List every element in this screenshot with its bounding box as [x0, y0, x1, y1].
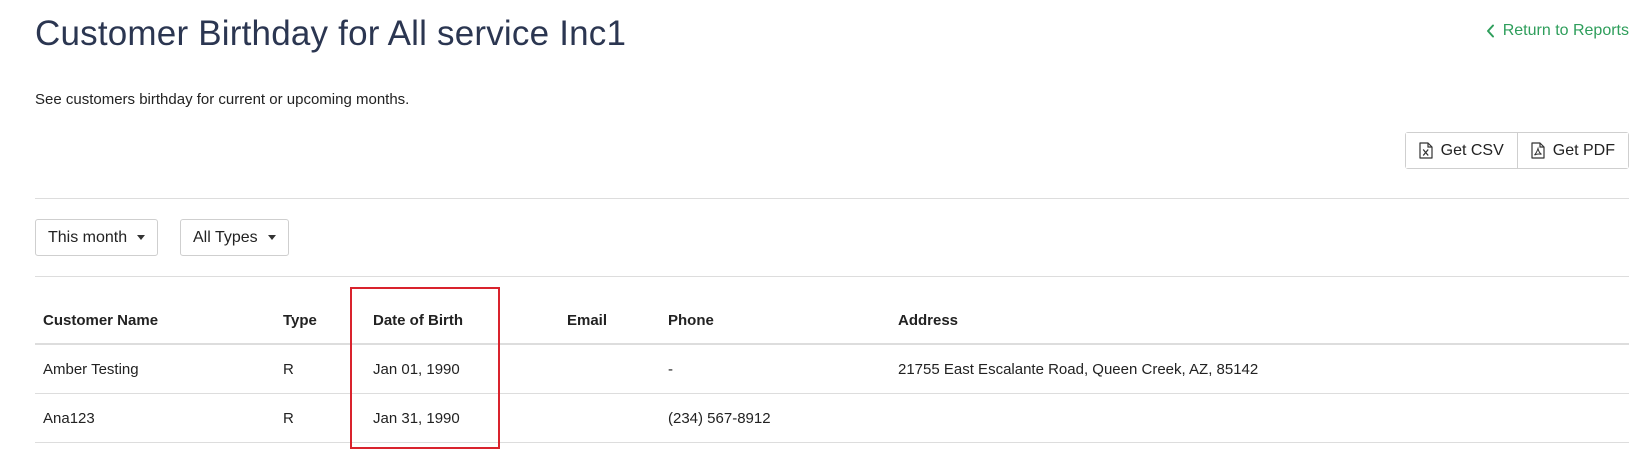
report-page: Customer Birthday for All service Inc1 R… [35, 0, 1629, 457]
section-divider [35, 198, 1629, 199]
caret-down-icon [267, 235, 276, 240]
caret-down-icon [137, 235, 146, 240]
cell-customer-name: Amber Testing [43, 360, 139, 378]
page-title: Customer Birthday for All service Inc1 [35, 14, 627, 53]
get-pdf-label: Get PDF [1552, 141, 1615, 159]
get-csv-label: Get CSV [1440, 141, 1504, 159]
column-header-email[interactable]: Email [567, 297, 607, 343]
cell-type: R [283, 409, 294, 427]
page-subtitle: See customers birthday for current or up… [35, 91, 410, 108]
cell-type: R [283, 360, 294, 378]
export-button-group: Get CSV Get PDF [1404, 132, 1629, 169]
cell-phone: (234) 567-8912 [668, 409, 771, 427]
get-csv-button[interactable]: Get CSV [1405, 133, 1517, 168]
cell-date-of-birth: Jan 31, 1990 [373, 409, 460, 427]
column-header-type[interactable]: Type [283, 297, 317, 343]
type-filter-value: All Types [193, 228, 258, 246]
period-filter-dropdown[interactable]: This month [35, 219, 159, 256]
table-row: Amber Testing R Jan 01, 1990 - 21755 Eas… [35, 345, 1629, 394]
cell-date-of-birth: Jan 01, 1990 [373, 360, 460, 378]
table-header-row: Customer Name Type Date of Birth Email P… [35, 297, 1629, 345]
return-to-reports-link[interactable]: Return to Reports [1486, 22, 1629, 40]
table-row: Ana123 R Jan 31, 1990 (234) 567-8912 [35, 394, 1629, 443]
filter-divider [35, 276, 1629, 277]
cell-address: 21755 East Escalante Road, Queen Creek, … [898, 360, 1259, 378]
column-header-date-of-birth[interactable]: Date of Birth [373, 297, 463, 343]
get-pdf-button[interactable]: Get PDF [1516, 133, 1628, 168]
file-excel-icon [1419, 142, 1433, 159]
file-pdf-icon [1531, 142, 1545, 159]
return-link-label: Return to Reports [1502, 22, 1629, 39]
cell-customer-name: Ana123 [43, 409, 95, 427]
chevron-left-icon [1486, 24, 1495, 38]
type-filter-dropdown[interactable]: All Types [180, 219, 289, 256]
column-header-phone[interactable]: Phone [668, 297, 714, 343]
cell-phone: - [668, 360, 673, 378]
birthday-table: Customer Name Type Date of Birth Email P… [35, 297, 1629, 443]
period-filter-value: This month [48, 228, 128, 246]
column-header-customer-name[interactable]: Customer Name [43, 297, 158, 343]
column-header-address[interactable]: Address [898, 297, 958, 343]
